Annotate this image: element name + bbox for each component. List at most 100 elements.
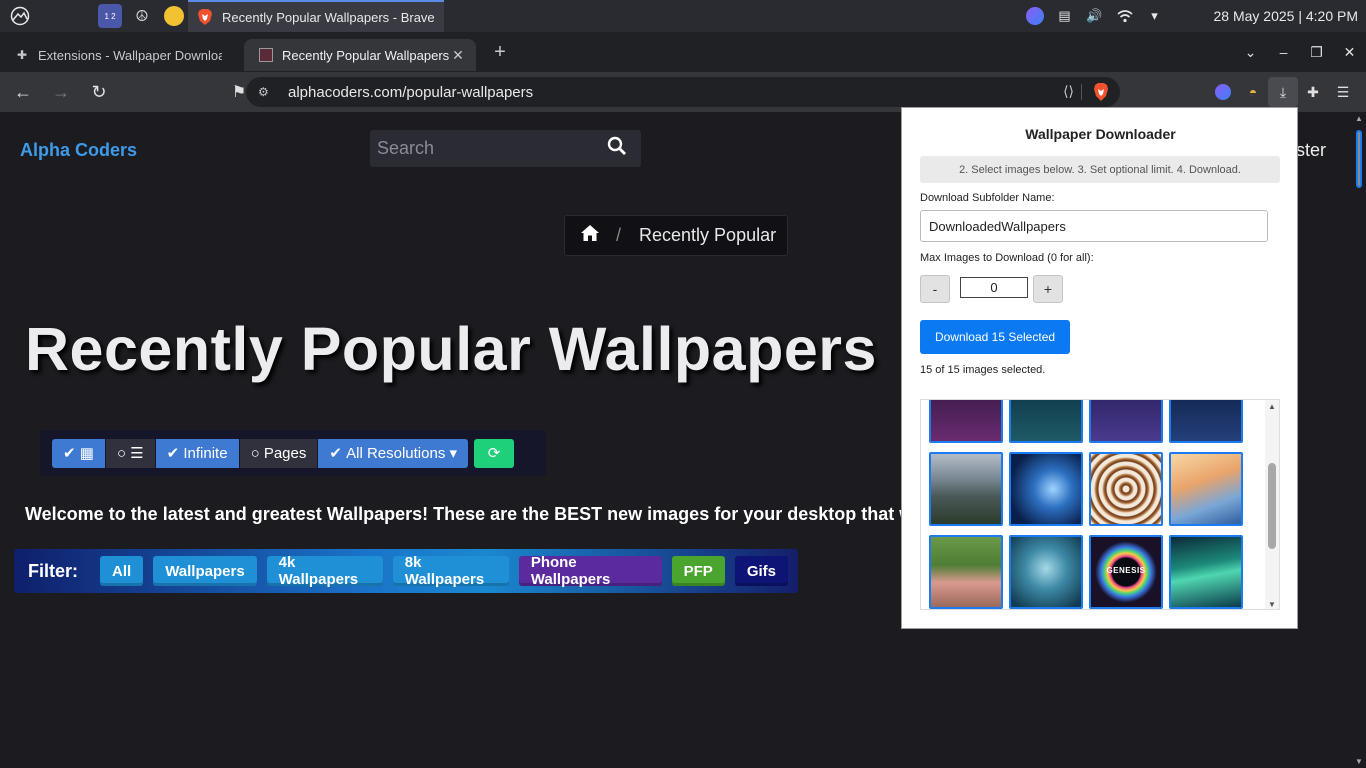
wallpaper-thumbnail[interactable] <box>1009 452 1083 526</box>
grid-view-button[interactable]: ✔ ▦ <box>52 438 105 468</box>
page-scrollbar-thumb[interactable] <box>1356 130 1362 188</box>
wifi-icon[interactable] <box>1114 5 1136 27</box>
subfolder-input[interactable] <box>920 210 1268 242</box>
brave-shields-icon[interactable] <box>1092 82 1110 102</box>
gallery-scrollbar-thumb[interactable] <box>1268 463 1276 549</box>
register-link[interactable]: ster <box>1296 140 1326 161</box>
gallery-scrollbar[interactable]: ▲ ▼ <box>1265 400 1279 609</box>
gallery-scroll-up-icon[interactable]: ▲ <box>1268 402 1276 411</box>
filter-bar: Filter: All Wallpapers 4k Wallpapers 8k … <box>14 549 798 593</box>
wallpaper-downloader-icon[interactable]: ⤓ <box>1268 77 1298 107</box>
app-launcher-icon[interactable] <box>8 4 32 28</box>
search-icon[interactable] <box>607 136 641 161</box>
wallpaper-thumbnail[interactable] <box>1169 400 1243 443</box>
puzzle-icon: ✚ <box>16 48 28 62</box>
reload-button[interactable]: ↻ <box>84 77 114 107</box>
clipboard-icon[interactable]: ▤ <box>1054 5 1076 27</box>
window-close-button[interactable]: ✕ <box>1333 44 1366 61</box>
wallpaper-downloader-popup: Wallpaper Downloader 2. Select images be… <box>901 107 1298 629</box>
volume-icon[interactable]: 🔊 <box>1084 5 1106 27</box>
download-manager-icon[interactable] <box>1024 5 1046 27</box>
filter-4k-wallpapers[interactable]: 4k Wallpapers <box>266 554 383 588</box>
extensions-puzzle-icon[interactable]: ✚ <box>1298 77 1328 107</box>
url-text[interactable]: alphacoders.com/popular-wallpapers <box>288 84 533 101</box>
back-button[interactable]: ← <box>8 77 38 107</box>
refresh-icon: ⟳ <box>487 445 501 462</box>
wallpaper-thumbnail[interactable] <box>1169 452 1243 526</box>
browser-toolbar: ← → ↻ ⚑ ⚙ alphacoders.com/popular-wallpa… <box>0 72 1366 112</box>
filter-gifs[interactable]: Gifs <box>734 556 789 586</box>
extension-icons: ◓ ⤓ ✚ ☰ <box>1208 77 1358 107</box>
tab-title: Extensions - Wallpaper Downloader <box>38 47 222 63</box>
download-extension-icon[interactable] <box>1208 77 1238 107</box>
home-icon[interactable] <box>580 224 600 247</box>
maximize-button[interactable]: ❐ <box>1300 44 1333 61</box>
pages-toggle[interactable]: ○ Pages <box>239 438 318 468</box>
wallpaper-thumbnail[interactable] <box>1009 535 1083 609</box>
refresh-button[interactable]: ⟳ <box>474 438 515 468</box>
site-favicon-icon <box>258 47 274 63</box>
site-info-icon[interactable]: ⚙ <box>258 85 274 99</box>
scroll-up-icon[interactable]: ▲ <box>1355 114 1363 123</box>
forward-button[interactable]: → <box>46 77 76 107</box>
resolution-dropdown[interactable]: ✔ All Resolutions ▾ <box>318 438 469 468</box>
selection-count: 15 of 15 images selected. <box>920 364 1046 376</box>
download-selected-button[interactable]: Download 15 Selected <box>920 320 1070 354</box>
window-controls: ⌄ – ❐ ✕ <box>1234 32 1366 72</box>
page-title: Recently Popular Wallpapers <box>25 315 877 383</box>
page-scrollbar[interactable]: ▲ ▼ <box>1352 112 1366 768</box>
address-bar[interactable]: ⚙ alphacoders.com/popular-wallpapers ⟨⟩ <box>246 77 1120 107</box>
list-view-button[interactable]: ○ ☰ <box>105 438 155 468</box>
browser-tab-strip: ✚ Extensions - Wallpaper Downloader Rece… <box>0 32 1366 72</box>
welcome-text: Welcome to the latest and greatest Wallp… <box>25 504 924 524</box>
tray-expand-icon[interactable]: ▾ <box>1144 5 1166 27</box>
gallery-scroll-down-icon[interactable]: ▼ <box>1268 600 1276 609</box>
wallpaper-thumbnail[interactable] <box>1009 400 1083 443</box>
infinite-toggle[interactable]: ✔ Infinite <box>155 438 239 468</box>
wallpaper-thumbnail[interactable] <box>1089 452 1163 526</box>
workspace-switcher-icon[interactable]: 1 2 <box>98 4 122 28</box>
files-app-icon[interactable] <box>162 4 186 28</box>
view-toggle-bar: ✔ ▦ ○ ☰ ✔ Infinite ○ Pages ✔ All Resolut… <box>40 430 546 476</box>
system-clock[interactable]: 28 May 2025 | 4:20 PM <box>1214 8 1359 24</box>
filter-8k-wallpapers[interactable]: 8k Wallpapers <box>392 554 509 588</box>
settings-app-icon[interactable]: ☮ <box>130 4 154 28</box>
site-search[interactable]: Search <box>370 130 641 167</box>
wallpaper-thumbnail[interactable] <box>929 535 1003 609</box>
increment-button[interactable]: + <box>1033 275 1063 303</box>
filter-all[interactable]: All <box>100 556 144 586</box>
grid-icon: ▦ <box>79 445 94 462</box>
wallpaper-thumbnail[interactable] <box>1089 400 1163 443</box>
wallpaper-thumbnail[interactable]: GENESIS <box>1089 535 1163 609</box>
wallpaper-thumbnail[interactable] <box>929 400 1003 443</box>
max-images-label: Max Images to Download (0 for all): <box>920 252 1094 264</box>
popup-title: Wallpaper Downloader <box>1025 126 1176 142</box>
site-logo[interactable]: Alpha Coders <box>20 140 137 161</box>
tab-extensions[interactable]: ✚ Extensions - Wallpaper Downloader <box>0 39 232 71</box>
instructions-hint: 2. Select images below. 3. Set optional … <box>920 156 1280 183</box>
taskbar-window-title: Recently Popular Wallpapers - Brave <box>222 9 435 25</box>
scroll-down-icon[interactable]: ▼ <box>1355 757 1363 766</box>
breadcrumb-separator: / <box>616 225 622 245</box>
close-icon[interactable]: ✕ <box>450 47 466 64</box>
wallpaper-thumbnail[interactable] <box>929 452 1003 526</box>
minimize-button[interactable]: – <box>1267 44 1300 60</box>
divider <box>1081 84 1082 100</box>
search-input[interactable]: Search <box>377 138 607 159</box>
tab-search-icon[interactable]: ⌄ <box>1234 44 1267 61</box>
filter-phone-wallpapers[interactable]: Phone Wallpapers <box>518 554 662 588</box>
taskbar-active-window[interactable]: Recently Popular Wallpapers - Brave <box>188 0 444 32</box>
new-tab-button[interactable]: + <box>486 38 514 66</box>
filter-pfp[interactable]: PFP <box>671 556 725 586</box>
decrement-button[interactable]: - <box>920 275 950 303</box>
incognito-extension-icon[interactable]: ◓ <box>1238 77 1268 107</box>
tab-popular-wallpapers[interactable]: Recently Popular Wallpapers ✕ <box>244 39 476 71</box>
filter-wallpapers[interactable]: Wallpapers <box>153 556 257 586</box>
resolution-label: All Resolutions <box>346 444 446 462</box>
filter-label: Filter: <box>28 560 79 581</box>
menu-icon[interactable]: ☰ <box>1328 77 1358 107</box>
wallpaper-thumbnail[interactable] <box>1169 535 1243 609</box>
max-images-input[interactable] <box>960 277 1028 298</box>
thumbnail-caption: GENESIS <box>1106 566 1146 575</box>
share-icon[interactable]: ⟨⟩ <box>1063 83 1074 100</box>
